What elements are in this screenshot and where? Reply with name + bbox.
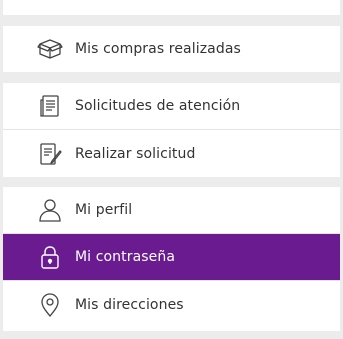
menu-group-requests: Solicitudes de atención Realizar solicit… [3, 83, 340, 177]
menu-item-label: Mi perfil [75, 202, 133, 218]
menu-group-top [3, 0, 340, 15]
location-pin-icon [36, 291, 64, 319]
menu-item-label: Mis direcciones [75, 296, 184, 313]
menu-item-mi-perfil[interactable]: Mi perfil [3, 187, 340, 234]
box-icon [36, 35, 64, 63]
user-icon [36, 196, 64, 224]
menu-item-mis-compras[interactable]: Mis compras realizadas [3, 26, 340, 72]
menu-item-realizar-solicitud[interactable]: Realizar solicitud [3, 130, 340, 177]
document-edit-icon [36, 140, 64, 168]
menu-item-label: Mis compras realizadas [75, 41, 241, 57]
menu-group-purchases: Mis compras realizadas [3, 26, 340, 72]
document-list-icon [36, 92, 64, 120]
menu-item-mis-direcciones[interactable]: Mis direcciones [3, 281, 340, 328]
menu-group-account: Mi perfil Mi contraseña Mis direcciones [3, 187, 340, 331]
menu-item-label: Solicitudes de atención [75, 98, 241, 114]
lock-icon [36, 243, 64, 271]
menu-item-mi-contrasena[interactable]: Mi contraseña [3, 234, 340, 281]
menu-item-label: Realizar solicitud [75, 145, 196, 162]
menu-item-label: Mi contraseña [75, 249, 176, 265]
menu-item-solicitudes[interactable]: Solicitudes de atención [3, 83, 340, 130]
